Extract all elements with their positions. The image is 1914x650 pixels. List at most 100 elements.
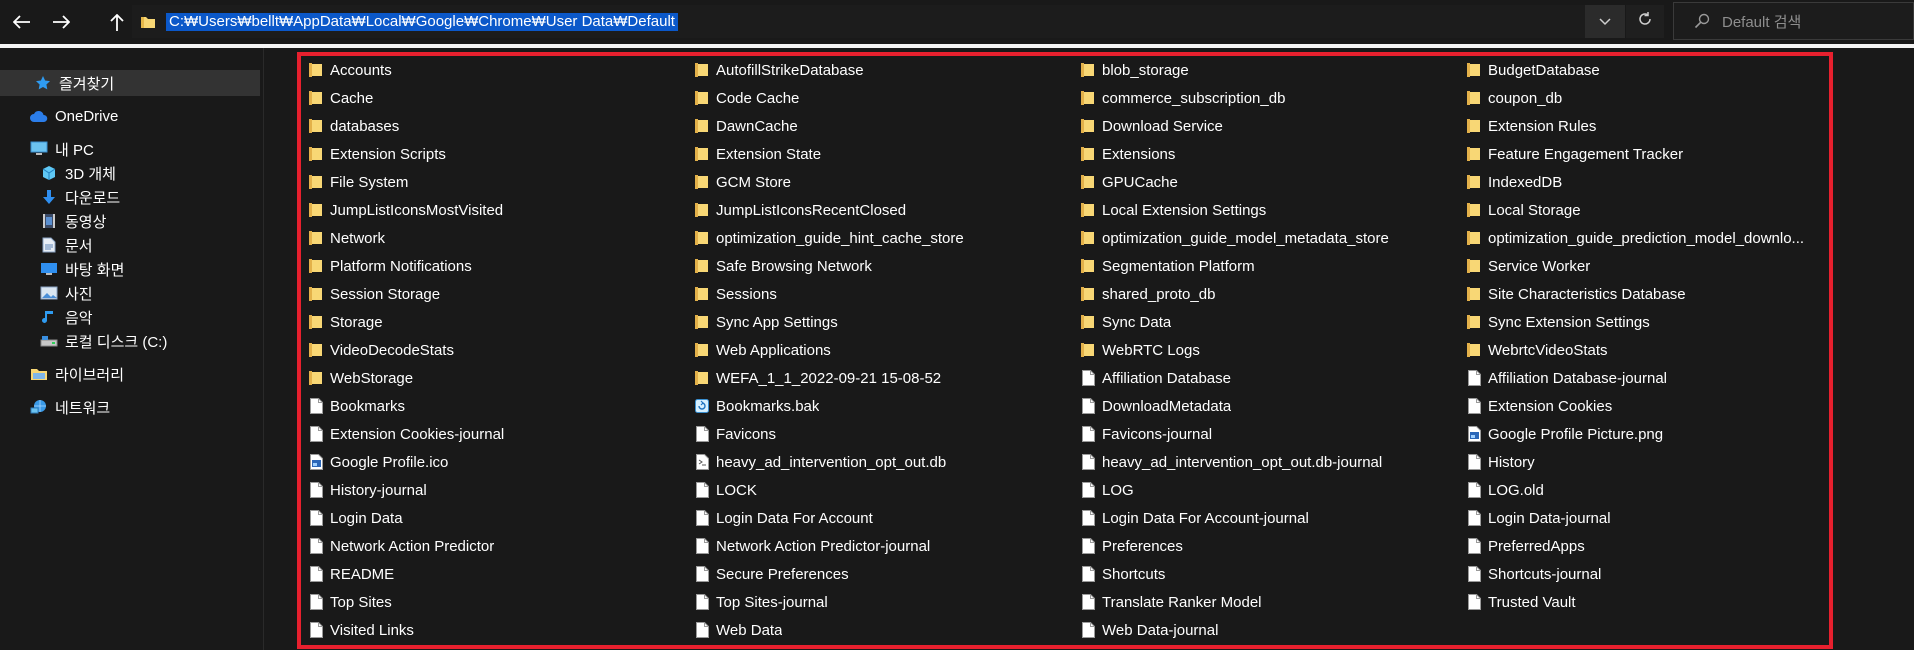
file-item[interactable]: Network Action Predictor-journal (694, 534, 1064, 558)
file-item[interactable]: Trusted Vault (1466, 590, 1836, 614)
refresh-button[interactable] (1626, 5, 1664, 38)
sidebar-item-downloads[interactable]: 다운로드 (39, 184, 120, 210)
folder-item[interactable]: VideoDecodeStats (308, 338, 678, 362)
folder-item[interactable]: WebRTC Logs (1080, 338, 1450, 362)
file-item[interactable]: LOG (1080, 478, 1450, 502)
folder-item[interactable]: GPUCache (1080, 170, 1450, 194)
folder-item[interactable]: Safe Browsing Network (694, 254, 1064, 278)
file-item[interactable]: Google Profile.ico (308, 450, 678, 474)
folder-item[interactable]: Platform Notifications (308, 254, 678, 278)
folder-item[interactable]: AutofillStrikeDatabase (694, 58, 1064, 82)
folder-item[interactable]: WebrtcVideoStats (1466, 338, 1836, 362)
file-item[interactable]: Login Data-journal (1466, 506, 1836, 530)
file-item[interactable]: Bookmarks.bak (694, 394, 1064, 418)
sidebar-item-music[interactable]: 음악 (39, 304, 93, 330)
sidebar-item-documents[interactable]: 문서 (39, 232, 93, 258)
folder-item[interactable]: Sessions (694, 282, 1064, 306)
sidebar-item-local-disk[interactable]: 로컬 디스크 (C:) (39, 328, 167, 354)
search-input[interactable] (1722, 12, 1902, 32)
file-item[interactable]: DownloadMetadata (1080, 394, 1450, 418)
file-item[interactable]: History-journal (308, 478, 678, 502)
sidebar-item-videos[interactable]: 동영상 (39, 208, 106, 234)
file-item[interactable]: LOG.old (1466, 478, 1836, 502)
folder-item[interactable]: Download Service (1080, 114, 1450, 138)
folder-item[interactable]: File System (308, 170, 678, 194)
file-item[interactable]: Affiliation Database-journal (1466, 366, 1836, 390)
file-item[interactable]: Login Data For Account (694, 506, 1064, 530)
folder-item[interactable]: Site Characteristics Database (1466, 282, 1836, 306)
address-history-button[interactable] (1585, 5, 1625, 38)
sidebar-item-this-pc[interactable]: 내 PC (29, 136, 94, 162)
sidebar-item-desktop[interactable]: 바탕 화면 (39, 256, 124, 282)
file-item[interactable]: Top Sites (308, 590, 678, 614)
folder-item[interactable]: Extension Rules (1466, 114, 1836, 138)
folder-item[interactable]: BudgetDatabase (1466, 58, 1836, 82)
up-button[interactable] (103, 8, 131, 36)
folder-item[interactable]: DawnCache (694, 114, 1064, 138)
file-item[interactable]: Visited Links (308, 618, 678, 642)
search-box[interactable] (1673, 2, 1914, 40)
file-item[interactable]: PreferredApps (1466, 534, 1836, 558)
file-item[interactable]: heavy_ad_intervention_opt_out.db-journal (1080, 450, 1450, 474)
folder-item[interactable]: blob_storage (1080, 58, 1450, 82)
file-item[interactable]: Login Data (308, 506, 678, 530)
file-item[interactable]: Google Profile Picture.png (1466, 422, 1836, 446)
sidebar-item-3d-objects[interactable]: 3D 개체 (39, 160, 116, 186)
sidebar-item-pictures[interactable]: 사진 (39, 280, 93, 306)
file-item[interactable]: Login Data For Account-journal (1080, 506, 1450, 530)
file-item[interactable]: Favicons-journal (1080, 422, 1450, 446)
folder-item[interactable]: coupon_db (1466, 86, 1836, 110)
folder-item[interactable]: JumpListIconsRecentClosed (694, 198, 1064, 222)
file-item[interactable]: Extension Cookies (1466, 394, 1836, 418)
back-button[interactable] (8, 8, 36, 36)
file-item[interactable]: Secure Preferences (694, 562, 1064, 586)
folder-item[interactable]: Code Cache (694, 86, 1064, 110)
folder-item[interactable]: Local Storage (1466, 198, 1836, 222)
file-item[interactable]: Top Sites-journal (694, 590, 1064, 614)
sidebar-item-libraries[interactable]: 라이브러리 (29, 361, 124, 387)
file-item[interactable]: Web Data-journal (1080, 618, 1450, 642)
folder-item[interactable]: IndexedDB (1466, 170, 1836, 194)
file-item[interactable]: Network Action Predictor (308, 534, 678, 558)
address-path[interactable]: C:₩Users₩bellt₩AppData₩Local₩Google₩Chro… (166, 13, 678, 31)
folder-item[interactable]: Feature Engagement Tracker (1466, 142, 1836, 166)
folder-item[interactable]: WebStorage (308, 366, 678, 390)
file-item[interactable]: Web Data (694, 618, 1064, 642)
folder-item[interactable]: GCM Store (694, 170, 1064, 194)
folder-item[interactable]: Accounts (308, 58, 678, 82)
file-item[interactable]: Bookmarks (308, 394, 678, 418)
sidebar-item-network[interactable]: 네트워크 (29, 394, 110, 420)
sidebar-item-quick-access[interactable]: 즐겨찾기 (0, 70, 260, 96)
folder-item[interactable]: Network (308, 226, 678, 250)
file-item[interactable]: Shortcuts (1080, 562, 1450, 586)
file-item[interactable]: Preferences (1080, 534, 1450, 558)
file-item[interactable]: Shortcuts-journal (1466, 562, 1836, 586)
folder-item[interactable]: Service Worker (1466, 254, 1836, 278)
file-item[interactable]: Extension Cookies-journal (308, 422, 678, 446)
folder-item[interactable]: optimization_guide_hint_cache_store (694, 226, 1064, 250)
file-item[interactable]: README (308, 562, 678, 586)
address-bar[interactable]: C:₩Users₩bellt₩AppData₩Local₩Google₩Chro… (132, 5, 1593, 38)
folder-item[interactable]: Segmentation Platform (1080, 254, 1450, 278)
folder-item[interactable]: Sync App Settings (694, 310, 1064, 334)
folder-item[interactable]: shared_proto_db (1080, 282, 1450, 306)
folder-item[interactable]: Sync Extension Settings (1466, 310, 1836, 334)
folder-item[interactable]: Cache (308, 86, 678, 110)
folder-item[interactable]: Session Storage (308, 282, 678, 306)
sidebar-item-onedrive[interactable]: OneDrive (29, 103, 118, 129)
folder-item[interactable]: optimization_guide_model_metadata_store (1080, 226, 1450, 250)
file-item[interactable]: History (1466, 450, 1836, 474)
folder-item[interactable]: optimization_guide_prediction_model_down… (1466, 226, 1836, 250)
folder-item[interactable]: databases (308, 114, 678, 138)
file-item[interactable]: LOCK (694, 478, 1064, 502)
folder-item[interactable]: JumpListIconsMostVisited (308, 198, 678, 222)
folder-item[interactable]: Extensions (1080, 142, 1450, 166)
folder-item[interactable]: WEFA_1_1_2022-09-21 15-08-52 (694, 366, 1064, 390)
folder-item[interactable]: Sync Data (1080, 310, 1450, 334)
forward-button[interactable] (47, 8, 75, 36)
file-item[interactable]: Translate Ranker Model (1080, 590, 1450, 614)
file-item[interactable]: Favicons (694, 422, 1064, 446)
folder-item[interactable]: Storage (308, 310, 678, 334)
folder-item[interactable]: Web Applications (694, 338, 1064, 362)
folder-item[interactable]: commerce_subscription_db (1080, 86, 1450, 110)
